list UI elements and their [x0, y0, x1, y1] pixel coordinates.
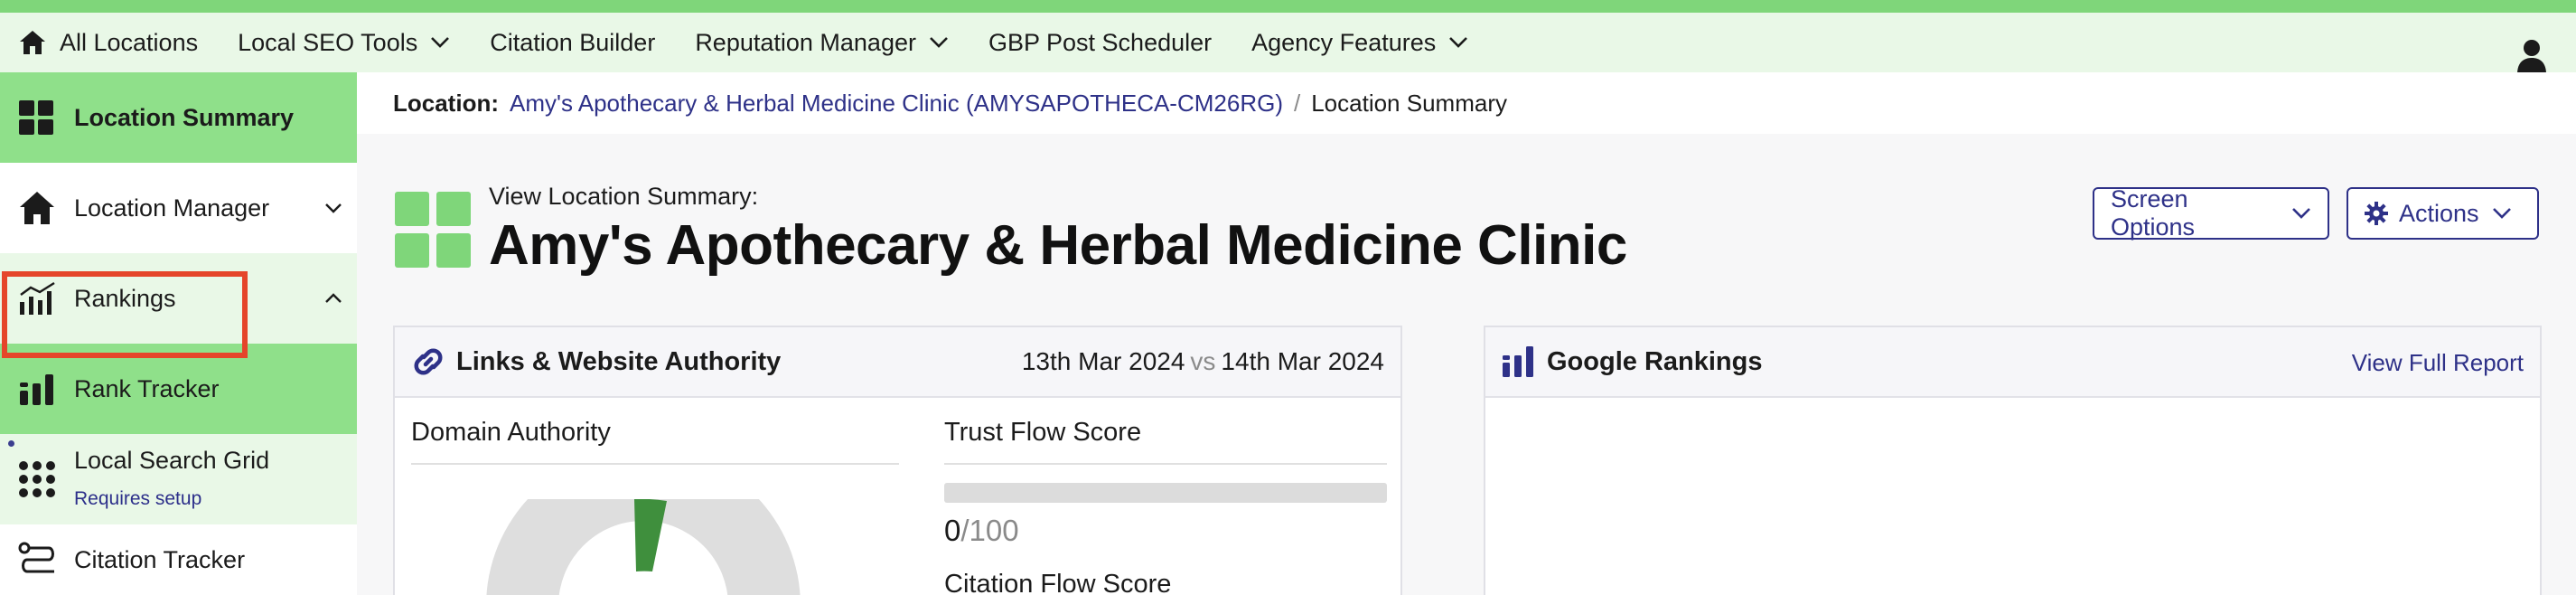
- actions-button[interactable]: Actions: [2347, 187, 2539, 240]
- sidebar-item-location-manager[interactable]: Location Manager: [0, 163, 357, 253]
- sidebar-item-citation-tracker[interactable]: Citation Tracker: [0, 524, 357, 595]
- link-chain-icon: [414, 348, 443, 375]
- date-range: 13th Mar 2024 vs 14th Mar 2024: [1022, 347, 1384, 376]
- sidebar-item-location-summary[interactable]: Location Summary: [0, 72, 357, 163]
- citation-flow-label: Citation Flow Score: [944, 570, 1172, 595]
- nav-label: Local SEO Tools: [238, 28, 418, 56]
- sidebar-item-label: Location Summary: [74, 103, 295, 131]
- trust-flow-max: /100: [960, 514, 1019, 547]
- top-accent-strip: [0, 0, 2576, 13]
- top-navigation: All Locations Local SEO Tools Citation B…: [0, 13, 2576, 74]
- google-rankings-card: Google Rankings View Full Report: [1484, 326, 2542, 595]
- card-header: Google Rankings View Full Report: [1485, 327, 2540, 398]
- chevron-down-icon: [431, 37, 450, 48]
- card-header: Links & Website Authority 13th Mar 2024 v…: [395, 327, 1400, 398]
- nav-local-seo-tools[interactable]: Local SEO Tools: [218, 13, 470, 72]
- divider: [944, 463, 1387, 465]
- card-title: Links & Website Authority: [456, 346, 782, 376]
- nav-reputation-manager[interactable]: Reputation Manager: [675, 13, 969, 72]
- nav-label: Agency Features: [1251, 28, 1437, 56]
- nav-label: Citation Builder: [490, 28, 656, 56]
- links-authority-card: Links & Website Authority 13th Mar 2024 v…: [393, 326, 1402, 595]
- button-label: Screen Options: [2111, 185, 2196, 241]
- citation-route-icon: [18, 542, 54, 573]
- page-title: Amy's Apothecary & Herbal Medicine Clini…: [489, 214, 1627, 277]
- divider: [411, 463, 899, 465]
- sidebar-item-label: Rank Tracker: [74, 374, 220, 402]
- breadcrumb: Location: Amy's Apothecary & Herbal Medi…: [357, 72, 2576, 134]
- chevron-down-icon: [325, 203, 342, 213]
- card-title: Google Rankings: [1547, 346, 1763, 376]
- date-from: 13th Mar 2024: [1021, 347, 1185, 375]
- vs-label: vs: [1190, 347, 1216, 375]
- requires-setup-note: Requires setup: [74, 488, 202, 509]
- view-full-report-link[interactable]: View Full Report: [2352, 349, 2524, 377]
- chevron-down-icon: [930, 37, 948, 48]
- trust-flow-progress-bar: [944, 483, 1387, 503]
- domain-authority-label: Domain Authority: [411, 418, 611, 447]
- breadcrumb-separator: /: [1293, 89, 1301, 117]
- chevron-down-icon: [2492, 208, 2511, 219]
- domain-authority-donut: [486, 499, 801, 595]
- nav-gbp-post-scheduler[interactable]: GBP Post Scheduler: [969, 13, 1232, 72]
- breadcrumb-location-link[interactable]: Amy's Apothecary & Herbal Medicine Clini…: [510, 90, 1283, 118]
- rankings-bars-icon: [1503, 346, 1533, 377]
- chevron-down-icon: [2292, 208, 2310, 219]
- button-label: Actions: [2399, 199, 2479, 227]
- sidebar-item-rankings[interactable]: Rankings: [0, 253, 357, 344]
- chevron-down-icon: [1449, 37, 1468, 48]
- date-to: 14th Mar 2024: [1221, 347, 1384, 375]
- sidebar-item-label: Local Search Grid: [74, 447, 270, 474]
- gear-icon: [2365, 202, 2388, 225]
- nav-label: GBP Post Scheduler: [988, 28, 1213, 56]
- breadcrumb-key: Location:: [393, 89, 499, 117]
- trust-flow-value: 0: [944, 514, 961, 547]
- breadcrumb-current: Location Summary: [1311, 89, 1507, 117]
- sidebar-item-label: Citation Tracker: [74, 545, 246, 573]
- sidebar-item-label: Rankings: [74, 284, 176, 312]
- nav-label: All Locations: [60, 28, 199, 56]
- dashboard-icon: [19, 100, 53, 135]
- home-icon: [20, 31, 45, 54]
- sidebar-item-rank-tracker[interactable]: Rank Tracker: [0, 344, 357, 434]
- trust-flow-score: 0/100: [944, 514, 1019, 548]
- sidebar: Location Summary Location Manager Rankin…: [0, 72, 357, 595]
- nav-all-locations[interactable]: All Locations: [0, 13, 218, 72]
- chevron-up-icon: [325, 293, 342, 303]
- home-icon: [20, 192, 54, 224]
- page-kicker: View Location Summary:: [489, 183, 759, 210]
- sidebar-item-label: Location Manager: [74, 194, 270, 222]
- user-account-icon[interactable]: [2516, 38, 2547, 74]
- grid-dots-icon: [19, 461, 55, 497]
- screen-options-button[interactable]: Screen Options: [2093, 185, 2329, 241]
- rankings-chart-icon: [20, 281, 55, 315]
- nav-agency-features[interactable]: Agency Features: [1232, 13, 1488, 72]
- nav-label: Reputation Manager: [695, 28, 916, 56]
- location-summary-logo-icon: [395, 192, 471, 268]
- rank-tracker-icon: [20, 374, 53, 405]
- notification-dot: [8, 440, 14, 447]
- nav-citation-builder[interactable]: Citation Builder: [470, 13, 675, 72]
- trust-flow-label: Trust Flow Score: [944, 418, 1142, 447]
